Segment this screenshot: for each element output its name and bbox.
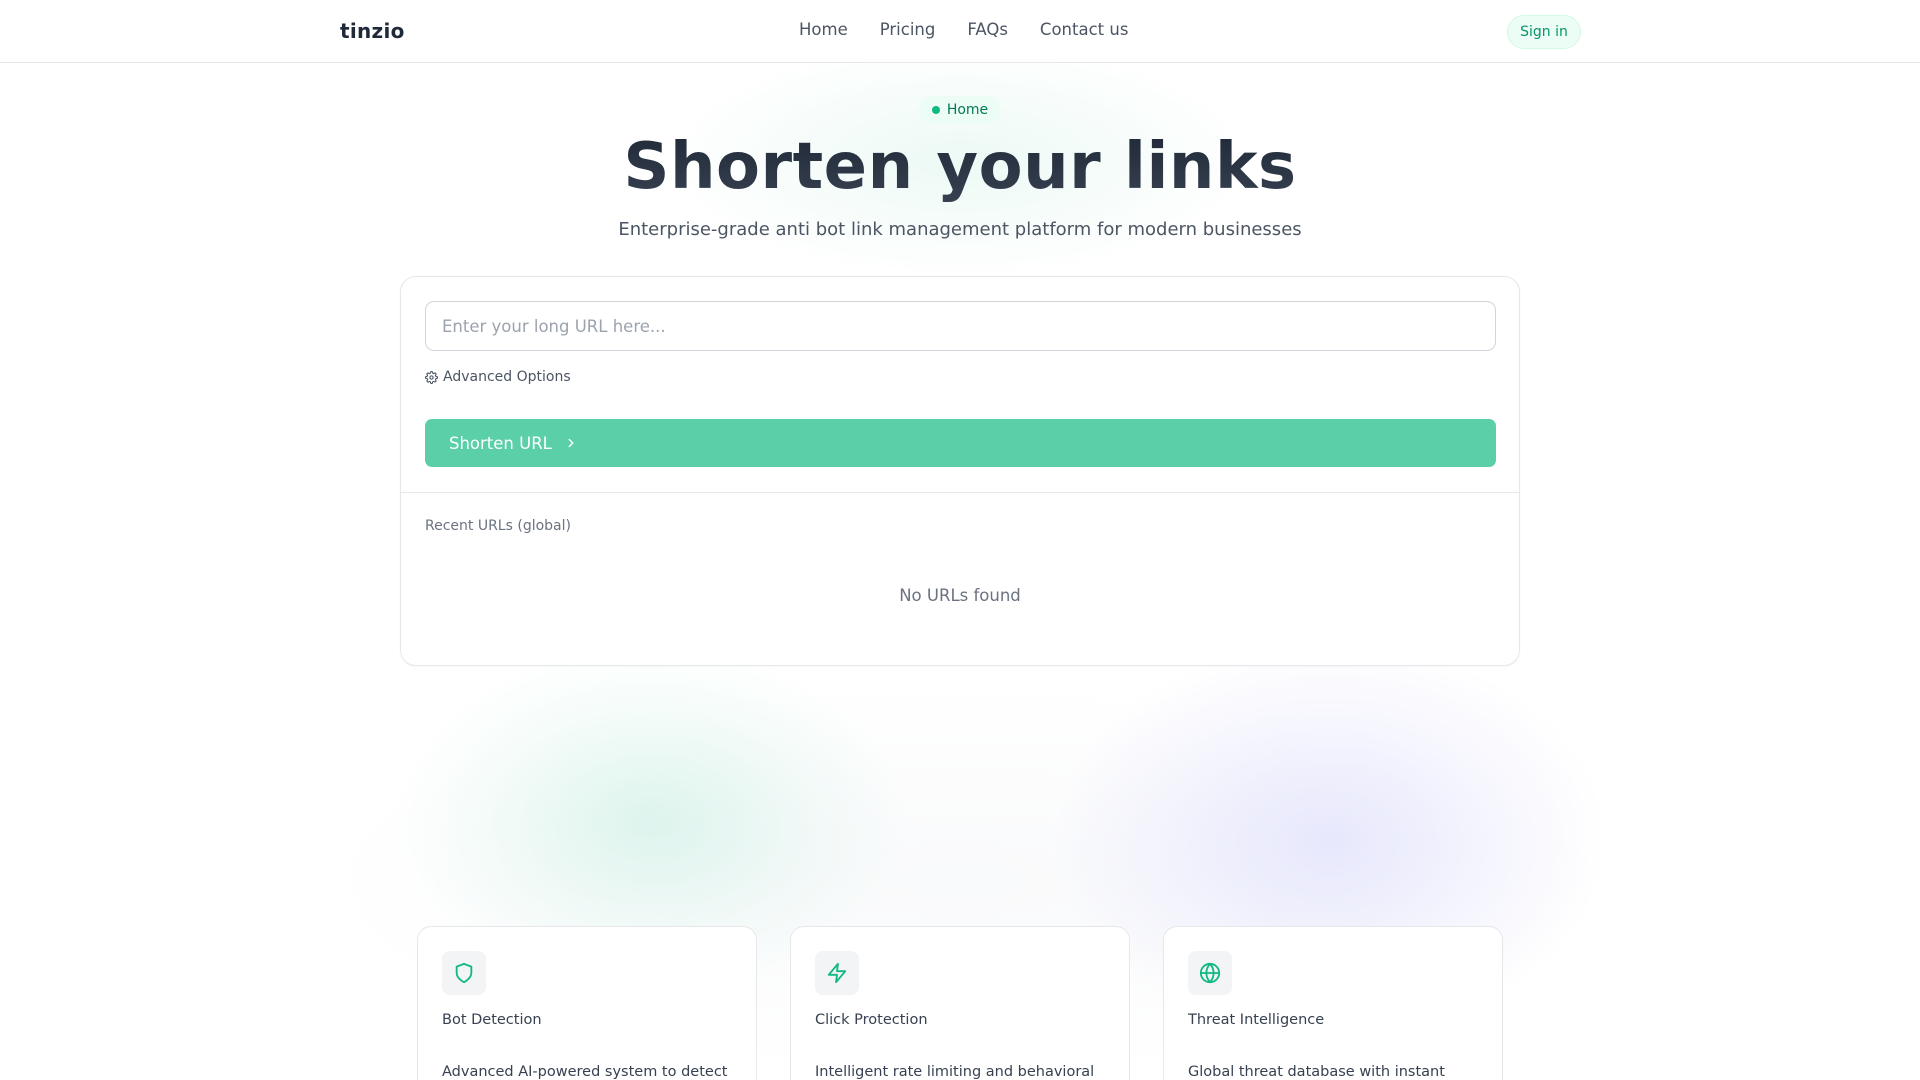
sign-in-button[interactable]: Sign in bbox=[1507, 15, 1581, 49]
advanced-options-label: Advanced Options bbox=[443, 369, 571, 385]
shorten-url-button[interactable]: Shorten URL bbox=[425, 419, 1496, 467]
top-navbar: tinzio Home Pricing FAQs Contact us Sign… bbox=[0, 0, 1920, 63]
nav-pricing-link[interactable]: Pricing bbox=[880, 20, 936, 39]
page-subtitle: Enterprise-grade anti bot link managemen… bbox=[618, 219, 1302, 240]
status-dot-icon bbox=[931, 106, 940, 114]
feature-icon-box bbox=[1188, 951, 1232, 995]
card-divider bbox=[401, 492, 1519, 493]
nav-faqs-link[interactable]: FAQs bbox=[967, 20, 1008, 39]
feature-card-bot-detection: Bot Detection Advanced AI-powered system… bbox=[417, 926, 757, 1080]
page-title: Shorten your links bbox=[0, 130, 1920, 204]
home-badge: Home bbox=[919, 96, 1001, 124]
empty-state-text: No URLs found bbox=[899, 586, 1021, 605]
nav-contact-link[interactable]: Contact us bbox=[1040, 20, 1129, 39]
feature-icon-box bbox=[442, 951, 486, 995]
shield-icon bbox=[455, 962, 473, 984]
page: tinzio Home Pricing FAQs Contact us Sign… bbox=[0, 0, 1920, 1080]
recent-urls-heading: Recent URLs (global) bbox=[425, 518, 571, 534]
feature-title: Threat Intelligence bbox=[1188, 1012, 1325, 1028]
feature-description: Advanced AI-powered system to detect bbox=[442, 1064, 728, 1080]
chevron-right-icon bbox=[568, 438, 574, 448]
lightning-icon bbox=[827, 962, 847, 984]
feature-title: Bot Detection bbox=[442, 1012, 542, 1028]
nav-home-link[interactable]: Home bbox=[799, 20, 848, 39]
advanced-options-toggle[interactable]: Advanced Options bbox=[425, 369, 571, 385]
globe-icon bbox=[1199, 962, 1221, 984]
gear-icon bbox=[425, 370, 438, 384]
feature-description: Intelligent rate limiting and behavioral bbox=[815, 1064, 1095, 1080]
shorten-url-label: Shorten URL bbox=[449, 433, 552, 453]
feature-icon-box bbox=[815, 951, 859, 995]
badge-label: Home bbox=[946, 102, 989, 118]
feature-title: Click Protection bbox=[815, 1012, 928, 1028]
logo[interactable]: tinzio bbox=[340, 19, 405, 43]
feature-card-threat-intelligence: Threat Intelligence Global threat databa… bbox=[1163, 926, 1503, 1080]
feature-description: Global threat database with instant bbox=[1188, 1064, 1445, 1080]
shortener-card: Advanced Options Shorten URL Recent URLs… bbox=[400, 276, 1520, 666]
feature-card-click-protection: Click Protection Intelligent rate limiti… bbox=[790, 926, 1130, 1080]
main-nav: Home Pricing FAQs Contact us bbox=[799, 20, 1128, 39]
url-input[interactable] bbox=[425, 301, 1496, 351]
